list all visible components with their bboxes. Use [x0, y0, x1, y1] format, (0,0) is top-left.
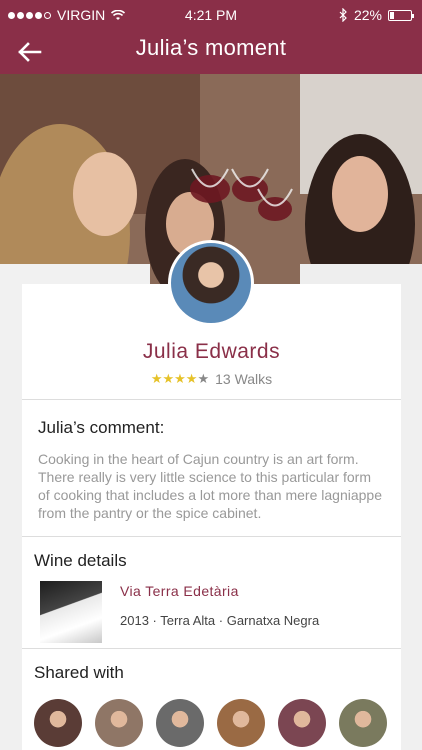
wine-details-section: Wine details Via Terra Edetària 2013 · T… — [22, 537, 401, 649]
bluetooth-icon — [339, 8, 347, 22]
user-name[interactable]: Julia Edwards — [22, 340, 401, 364]
julia-avatar-photo[interactable] — [168, 240, 254, 326]
shared-avatar-6[interactable] — [339, 699, 387, 747]
wine-name-link[interactable]: Via Terra Edetària — [120, 583, 239, 599]
shared-avatar-3[interactable] — [156, 699, 204, 747]
shared-avatar-5[interactable] — [278, 699, 326, 747]
star-rating: ★★★★★ — [151, 370, 209, 387]
moment-card: Julia Edwards ★★★★★ 13 Walks Julia’s com… — [22, 284, 401, 750]
star-filled-icon: ★ — [174, 371, 186, 386]
battery-percent: 22% — [353, 7, 382, 23]
walks-count: 13 Walks — [215, 370, 273, 387]
navigation-bar: Julia’s moment — [0, 30, 422, 74]
star-filled-icon: ★ — [162, 371, 175, 386]
shared-avatars — [34, 699, 387, 747]
battery-icon — [388, 9, 414, 21]
status-right-group: 22% — [339, 7, 414, 23]
wine-heading: Wine details — [34, 551, 127, 570]
star-filled-icon: ★ — [185, 371, 198, 386]
battery-fill — [390, 11, 395, 19]
shared-heading: Shared with — [34, 663, 124, 682]
comment-section: Julia’s comment: Cooking in the heart of… — [22, 400, 401, 537]
comment-heading: Julia’s comment: — [38, 418, 165, 437]
shared-avatar-2[interactable] — [95, 699, 143, 747]
shared-with-section: Shared with — [22, 649, 401, 750]
user-rating: ★★★★★ 13 Walks — [22, 370, 401, 387]
star-empty-icon: ★ — [197, 371, 210, 386]
wine-meta: 2013 · Terra Alta · Garnatxa Negra — [120, 613, 320, 628]
wine-bottle-photo[interactable] — [40, 581, 102, 643]
page-title: Julia’s moment — [135, 35, 287, 60]
comment-text: Cooking in the heart of Cajun country is… — [38, 451, 382, 521]
shared-avatar-1[interactable] — [34, 699, 82, 747]
shared-avatar-4[interactable] — [217, 699, 265, 747]
status-bar: VIRGIN 4:21 PM 22% — [0, 0, 422, 30]
star-filled-icon: ★ — [150, 371, 163, 386]
